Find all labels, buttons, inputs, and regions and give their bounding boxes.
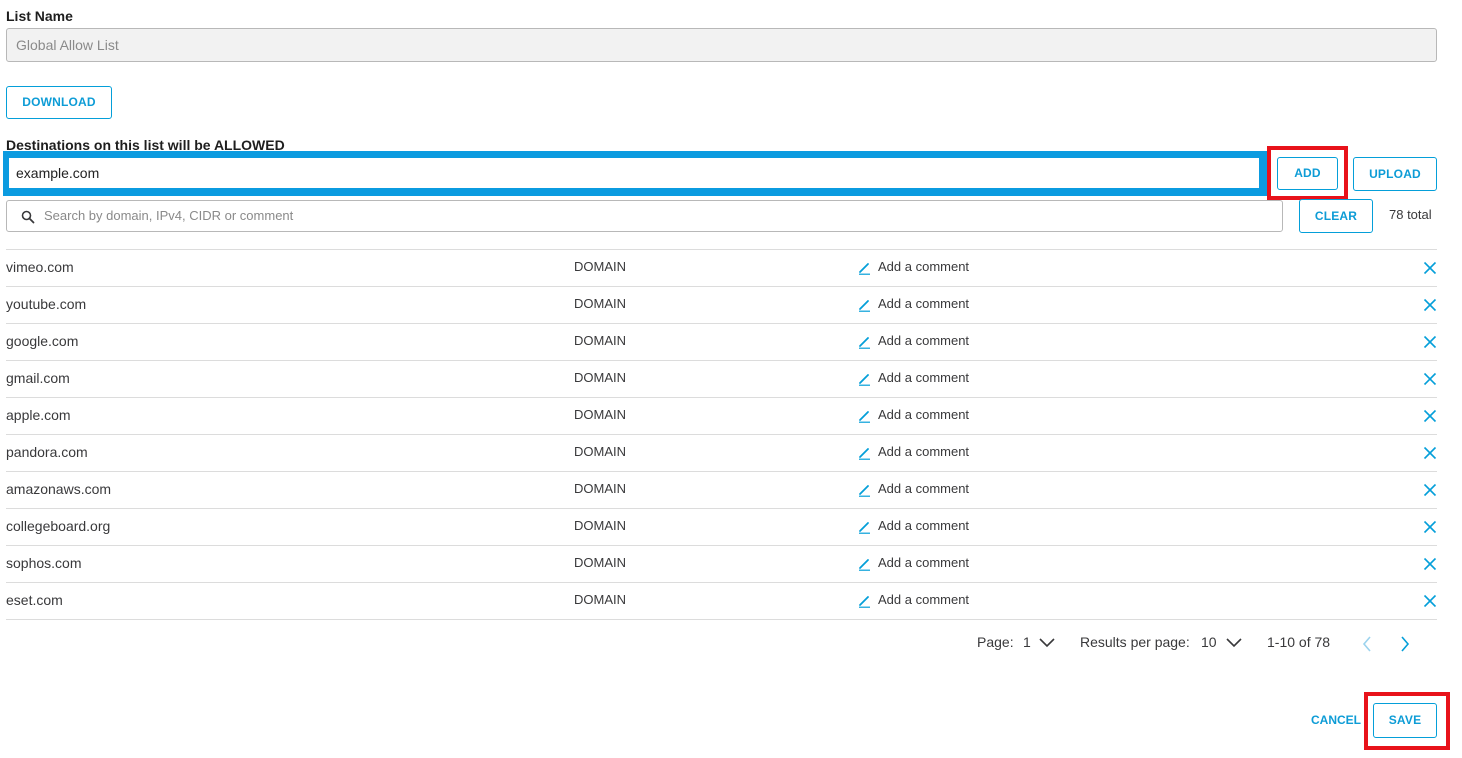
cancel-button[interactable]: CANCEL — [1311, 713, 1361, 727]
type-cell: DOMAIN — [574, 407, 626, 422]
type-cell: DOMAIN — [574, 259, 626, 274]
close-icon[interactable] — [1423, 335, 1437, 349]
pencil-icon — [859, 596, 870, 608]
pencil-icon — [859, 300, 870, 312]
type-cell: DOMAIN — [574, 518, 626, 533]
total-count: 78 total — [1389, 207, 1432, 222]
close-icon[interactable] — [1423, 446, 1437, 460]
comment-text: Add a comment — [878, 296, 970, 311]
pencil-icon — [859, 337, 870, 349]
pencil-icon — [859, 374, 870, 386]
table-row: pandora.com DOMAIN Add a comment — [6, 435, 1437, 472]
chevron-left-icon[interactable] — [1361, 635, 1373, 653]
destination-cell: eset.com — [6, 592, 63, 608]
search-input[interactable]: Search by domain, IPv4, CIDR or comment — [44, 201, 293, 231]
comment-text: Add a comment — [878, 407, 970, 422]
download-button[interactable]: DOWNLOAD — [6, 86, 112, 119]
page-label: Page: — [977, 634, 1014, 650]
clear-button[interactable]: CLEAR — [1299, 199, 1373, 233]
chevron-down-icon[interactable] — [1226, 637, 1242, 649]
destination-cell: vimeo.com — [6, 259, 74, 275]
chevron-down-icon[interactable] — [1039, 637, 1055, 649]
table-row: apple.com DOMAIN Add a comment — [6, 398, 1437, 435]
chevron-right-icon[interactable] — [1399, 635, 1411, 653]
destination-cell: youtube.com — [6, 296, 87, 312]
table-row: google.com DOMAIN Add a comment — [6, 324, 1437, 361]
page-range: 1-10 of 78 — [1267, 634, 1331, 650]
page-select-value[interactable]: 1 — [1023, 634, 1031, 650]
list-name-field: Global Allow List — [6, 28, 1437, 62]
search-box[interactable]: Search by domain, IPv4, CIDR or comment — [6, 200, 1283, 232]
comment-text: Add a comment — [878, 592, 970, 607]
destination-cell: collegeboard.org — [6, 518, 111, 534]
table-row: youtube.com DOMAIN Add a comment — [6, 287, 1437, 324]
close-icon[interactable] — [1423, 372, 1437, 386]
close-icon[interactable] — [1423, 594, 1437, 608]
close-icon[interactable] — [1423, 409, 1437, 423]
comment-text: Add a comment — [878, 333, 970, 348]
pencil-icon — [859, 411, 870, 423]
save-button[interactable]: SAVE — [1373, 703, 1437, 738]
table-row: amazonaws.com DOMAIN Add a comment — [6, 472, 1437, 509]
table-row: collegeboard.org DOMAIN Add a comment — [6, 509, 1437, 546]
table-row: sophos.com DOMAIN Add a comment — [6, 546, 1437, 583]
table-row: eset.com DOMAIN Add a comment — [6, 583, 1437, 620]
table-row: vimeo.com DOMAIN Add a comment — [6, 250, 1437, 287]
list-name-label: List Name — [6, 8, 73, 24]
destination-cell: sophos.com — [6, 555, 82, 571]
type-cell: DOMAIN — [574, 444, 626, 459]
destination-cell: gmail.com — [6, 370, 70, 386]
close-icon[interactable] — [1423, 557, 1437, 571]
upload-button[interactable]: UPLOAD — [1353, 157, 1437, 191]
pencil-icon — [859, 559, 870, 571]
type-cell: DOMAIN — [574, 370, 626, 385]
comment-text: Add a comment — [878, 518, 970, 533]
close-icon[interactable] — [1423, 261, 1437, 275]
results-per-page-label: Results per page: — [1080, 634, 1190, 650]
destination-cell: amazonaws.com — [6, 481, 112, 497]
destination-cell: pandora.com — [6, 444, 88, 460]
type-cell: DOMAIN — [574, 296, 626, 311]
destination-input[interactable]: example.com — [8, 157, 1260, 189]
comment-text: Add a comment — [878, 481, 970, 496]
pencil-icon — [859, 263, 870, 275]
pencil-icon — [859, 448, 870, 460]
close-icon[interactable] — [1423, 483, 1437, 497]
type-cell: DOMAIN — [574, 333, 626, 348]
table-row: gmail.com DOMAIN Add a comment — [6, 361, 1437, 398]
pencil-icon — [859, 485, 870, 497]
results-per-page-value[interactable]: 10 — [1201, 634, 1217, 650]
pencil-icon — [859, 522, 870, 534]
type-cell: DOMAIN — [574, 555, 626, 570]
comment-text: Add a comment — [878, 370, 970, 385]
comment-text: Add a comment — [878, 259, 970, 274]
comment-text: Add a comment — [878, 555, 970, 570]
comment-text: Add a comment — [878, 444, 970, 459]
destinations-table: vimeo.com DOMAIN Add a comment youtube.com D… — [6, 249, 1437, 620]
type-cell: DOMAIN — [574, 592, 626, 607]
close-icon[interactable] — [1423, 298, 1437, 312]
close-icon[interactable] — [1423, 520, 1437, 534]
add-button[interactable]: ADD — [1277, 157, 1338, 190]
search-icon — [21, 210, 35, 224]
type-cell: DOMAIN — [574, 481, 626, 496]
destination-cell: apple.com — [6, 407, 71, 423]
destination-cell: google.com — [6, 333, 79, 349]
